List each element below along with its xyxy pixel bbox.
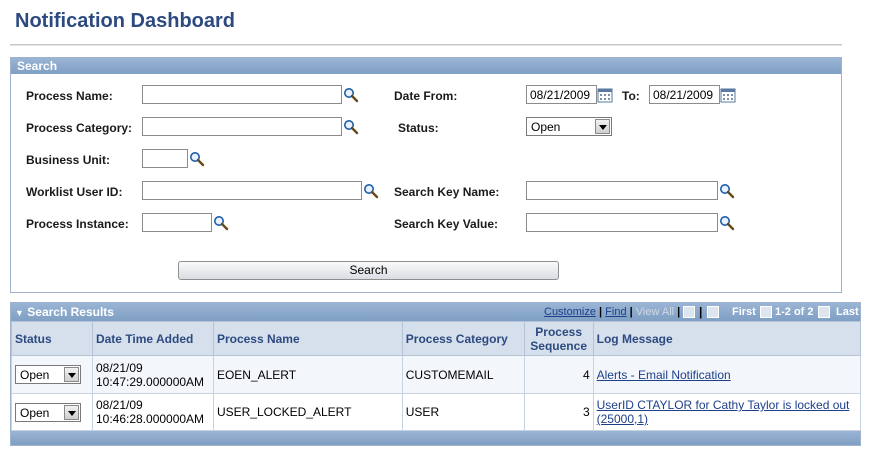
status-cell: Open	[11, 393, 93, 431]
date-time-cell: 08/21/09 10:47:29.000000AM	[91, 355, 214, 394]
date-time-cell: 08/21/09 10:46:28.000000AM	[91, 393, 214, 431]
download-icon[interactable]	[683, 306, 695, 318]
search-button[interactable]: Search	[178, 261, 559, 280]
time-text: 10:47:29.000000AM	[95, 374, 205, 389]
date-from-label: Date From:	[394, 89, 458, 103]
process-category-cell: USER	[401, 393, 525, 431]
column-header-process-name[interactable]: Process Name	[212, 321, 403, 356]
customize-link[interactable]: Customize	[544, 306, 596, 318]
view-all-link[interactable]: View All	[636, 306, 674, 318]
column-header-process-category[interactable]: Process Category	[401, 321, 525, 356]
results-table: Status Date Time Added Process Name Proc…	[11, 321, 862, 431]
last-link: Last	[836, 306, 859, 318]
row-status-select[interactable]: Open	[15, 402, 81, 422]
column-header-log-message[interactable]: Log Message	[592, 321, 862, 356]
business-unit-input[interactable]	[142, 149, 188, 168]
column-header-date-time-added[interactable]: Date Time Added	[91, 321, 214, 356]
page-title: Notification Dashboard	[15, 10, 236, 32]
table-row: Open 08/21/09 10:47:29.000000AM EOEN_ALE…	[11, 355, 862, 394]
date-to-input[interactable]: 08/21/2009	[649, 85, 720, 104]
process-category-label: Process Category:	[26, 121, 133, 135]
first-link: First	[732, 306, 756, 318]
chevron-down-icon[interactable]	[595, 119, 610, 134]
arrow-left-icon	[760, 306, 772, 318]
process-name-cell: USER_LOCKED_ALERT	[212, 393, 403, 431]
process-sequence-cell: 3	[523, 393, 594, 431]
log-message-cell: Alerts - Email Notification	[592, 355, 862, 394]
process-category-lookup-icon[interactable]	[343, 119, 359, 135]
find-link[interactable]: Find	[605, 306, 626, 318]
nav-separator: |	[677, 306, 681, 318]
process-name-input[interactable]	[142, 85, 342, 104]
results-title: ▼ Search Results	[15, 303, 114, 322]
process-name-lookup-icon[interactable]	[343, 87, 359, 103]
process-sequence-cell: 4	[523, 355, 594, 394]
row-count: 1-2 of 2	[775, 306, 814, 318]
nav-separator: |	[699, 305, 703, 319]
status-select-value: Open	[531, 120, 561, 134]
results-title-text: Search Results	[27, 305, 114, 319]
process-name-label: Process Name:	[26, 89, 113, 103]
grid-footer-bar	[11, 431, 860, 445]
status-label: Status:	[398, 121, 439, 135]
grid-zoom-icon[interactable]	[707, 306, 719, 318]
date-from-calendar-icon[interactable]	[597, 87, 613, 103]
chevron-down-icon[interactable]	[64, 367, 79, 382]
search-key-name-label: Search Key Name:	[394, 185, 500, 199]
process-instance-input[interactable]	[142, 213, 212, 232]
search-key-name-input[interactable]	[526, 181, 718, 200]
arrow-right-icon	[818, 306, 830, 318]
row-status-select[interactable]: Open	[15, 365, 81, 384]
to-label: To:	[622, 89, 640, 103]
time-text: 10:46:28.000000AM	[95, 412, 205, 426]
date-text: 08/21/09	[95, 398, 143, 412]
status-cell: Open	[11, 355, 93, 394]
process-instance-label: Process Instance:	[26, 217, 129, 231]
worklist-user-id-label: Worklist User ID:	[26, 185, 123, 199]
worklist-user-id-input[interactable]	[142, 181, 362, 200]
column-header-process-sequence[interactable]: Process Sequence	[523, 321, 594, 356]
worklist-user-lookup-icon[interactable]	[363, 183, 379, 199]
search-key-value-input[interactable]	[526, 213, 718, 232]
search-header: Search	[11, 58, 841, 74]
row-status-value: Open	[20, 368, 50, 382]
nav-separator: |	[629, 306, 633, 318]
search-key-name-lookup-icon[interactable]	[719, 183, 735, 199]
table-header-row: Status Date Time Added Process Name Proc…	[11, 321, 862, 356]
business-unit-lookup-icon[interactable]	[189, 151, 205, 167]
nav-separator: |	[599, 306, 603, 318]
collapse-arrow-icon[interactable]: ▼	[15, 308, 24, 318]
chevron-down-icon[interactable]	[64, 404, 79, 420]
date-text: 08/21/09	[95, 360, 143, 375]
process-category-input[interactable]	[142, 117, 342, 136]
search-key-value-lookup-icon[interactable]	[719, 215, 735, 231]
column-header-status[interactable]: Status	[11, 321, 93, 356]
date-to-calendar-icon[interactable]	[720, 87, 736, 103]
search-key-value-label: Search Key Value:	[394, 217, 499, 231]
business-unit-label: Business Unit:	[26, 153, 111, 167]
status-select[interactable]: Open	[526, 117, 612, 136]
search-results-header: ▼ Search Results Customize | Find | View…	[11, 303, 860, 321]
log-message-link[interactable]: Alerts - Email Notification	[597, 368, 731, 382]
search-results-grid: ▼ Search Results Customize | Find | View…	[10, 302, 862, 446]
row-status-value: Open	[20, 405, 50, 420]
table-row: Open 08/21/09 10:46:28.000000AM USER_LOC…	[11, 393, 862, 431]
log-message-cell: UserID CTAYLOR for Cathy Taylor is locke…	[592, 393, 862, 431]
grid-navigation: Customize | Find | View All |	[544, 301, 680, 323]
title-divider	[10, 44, 842, 46]
process-category-cell: CUSTOMEMAIL	[401, 355, 525, 394]
log-message-link[interactable]: UserID CTAYLOR for Cathy Taylor is locke…	[597, 398, 850, 426]
date-from-input[interactable]: 08/21/2009	[526, 85, 597, 104]
process-name-cell: EOEN_ALERT	[212, 355, 403, 394]
process-instance-lookup-icon[interactable]	[213, 215, 229, 231]
